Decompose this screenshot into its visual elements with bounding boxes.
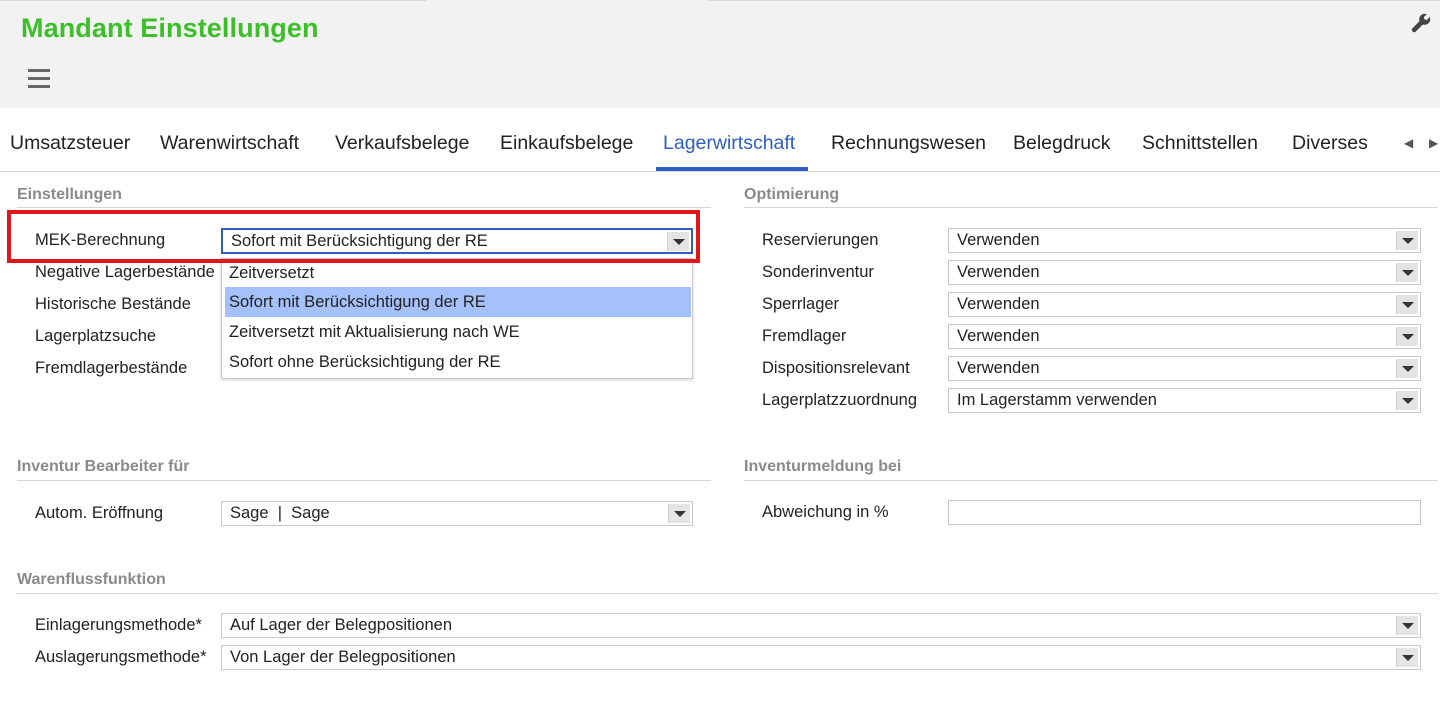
section-divider <box>17 480 711 481</box>
hamburger-icon[interactable] <box>28 69 50 89</box>
dispositionsrelevant-select[interactable]: Verwenden <box>948 356 1421 381</box>
chevron-down-icon[interactable] <box>1396 391 1418 410</box>
lagerplatzzuordnung-value: Im Lagerstamm verwenden <box>957 391 1157 409</box>
reservierungen-value: Verwenden <box>957 231 1040 249</box>
auslagerungsmethode-label: Auslagerungsmethode* <box>35 648 207 666</box>
header-divider <box>0 0 426 1</box>
chevron-down-icon[interactable] <box>1396 231 1418 250</box>
autom-eroeffnung-value: Sage | Sage <box>230 504 330 522</box>
chevron-down-icon[interactable] <box>1396 295 1418 314</box>
tab-diverses[interactable]: Diverses <box>1292 132 1368 155</box>
abweichung-label: Abweichung in % <box>762 503 889 521</box>
mek-berechnung-dropdown-list: Zeitversetzt Sofort mit Berücksichtigung… <box>221 258 693 379</box>
tab-rechnungswesen[interactable]: Rechnungswesen <box>831 132 986 155</box>
sperrlager-value: Verwenden <box>957 295 1040 313</box>
section-title-einstellungen: Einstellungen <box>17 186 122 203</box>
chevron-down-icon[interactable] <box>1396 263 1418 282</box>
section-divider <box>17 207 711 208</box>
autom-eroeffnung-select[interactable]: Sage | Sage <box>221 501 693 526</box>
chevron-down-icon[interactable] <box>1396 648 1418 667</box>
tab-verkaufsbelege[interactable]: Verkaufsbelege <box>335 132 469 155</box>
tab-scroll-right-icon[interactable]: ▶ <box>1429 136 1438 150</box>
dropdown-option[interactable]: Sofort ohne Berücksichtigung der RE <box>225 347 691 377</box>
fremdlager-label: Fremdlager <box>762 327 847 345</box>
sonderinventur-label: Sonderinventur <box>762 263 874 281</box>
auslagerungsmethode-value: Von Lager der Belegpositionen <box>230 648 456 666</box>
chevron-down-icon[interactable] <box>1396 327 1418 346</box>
sonderinventur-select[interactable]: Verwenden <box>948 260 1421 285</box>
autom-eroeffnung-label: Autom. Eröffnung <box>35 504 164 522</box>
dispositionsrelevant-value: Verwenden <box>957 359 1040 377</box>
einlagerungsmethode-select[interactable]: Auf Lager der Belegpositionen <box>221 613 1421 638</box>
tab-schnittstellen[interactable]: Schnittstellen <box>1142 132 1258 155</box>
fremdlager-select[interactable]: Verwenden <box>948 324 1421 349</box>
tab-bar: Umsatzsteuer Warenwirtschaft Verkaufsbel… <box>0 108 1440 172</box>
lagerplatzzuordnung-select[interactable]: Im Lagerstamm verwenden <box>948 388 1421 413</box>
section-title-optimierung: Optimierung <box>744 186 840 203</box>
highlight-frame <box>7 210 700 263</box>
section-title-inventurmeldung: Inventurmeldung bei <box>744 458 902 475</box>
fremdlagerbestaende-label: Fremdlagerbestände <box>35 359 188 377</box>
einlagerungsmethode-value: Auf Lager der Belegpositionen <box>230 616 452 634</box>
chevron-down-icon[interactable] <box>668 504 690 523</box>
einlagerungsmethode-label: Einlagerungsmethode* <box>35 616 202 634</box>
tab-lagerwirtschaft[interactable]: Lagerwirtschaft <box>663 132 795 155</box>
section-divider <box>744 480 1438 481</box>
dropdown-option-selected[interactable]: Sofort mit Berücksichtigung der RE <box>225 287 691 317</box>
lagerplatzsuche-label: Lagerplatzsuche <box>35 327 157 345</box>
negative-lagerbestaende-label: Negative Lagerbestände <box>35 263 215 281</box>
tab-warenwirtschaft[interactable]: Warenwirtschaft <box>160 132 299 155</box>
section-title-warenfluss: Warenflussfunktion <box>17 571 166 588</box>
header-bar: Mandant Einstellungen <box>0 0 1440 108</box>
lagerplatzzuordnung-label: Lagerplatzzuordnung <box>762 391 918 409</box>
active-tab-indicator <box>656 167 808 171</box>
wrench-icon[interactable] <box>1410 12 1432 34</box>
dispositionsrelevant-label: Dispositionsrelevant <box>762 359 910 377</box>
sperrlager-select[interactable]: Verwenden <box>948 292 1421 317</box>
reservierungen-select[interactable]: Verwenden <box>948 228 1421 253</box>
section-title-inventur-bearbeiter: Inventur Bearbeiter für <box>17 458 190 475</box>
historische-bestaende-label: Historische Bestände <box>35 295 191 313</box>
reservierungen-label: Reservierungen <box>762 231 879 249</box>
header-divider <box>708 0 1440 1</box>
sonderinventur-value: Verwenden <box>957 263 1040 281</box>
dropdown-option[interactable]: Zeitversetzt mit Aktualisierung nach WE <box>225 317 691 347</box>
page-title: Mandant Einstellungen <box>21 13 319 43</box>
tab-belegdruck[interactable]: Belegdruck <box>1013 132 1111 155</box>
tab-umsatzsteuer[interactable]: Umsatzsteuer <box>10 132 130 155</box>
auslagerungsmethode-select[interactable]: Von Lager der Belegpositionen <box>221 645 1421 670</box>
abweichung-input[interactable] <box>948 500 1421 525</box>
chevron-down-icon[interactable] <box>1396 616 1418 635</box>
section-divider <box>17 593 1438 594</box>
sperrlager-label: Sperrlager <box>762 295 840 313</box>
tab-scroll-left-icon[interactable]: ◀ <box>1404 136 1413 150</box>
section-divider <box>744 207 1438 208</box>
tab-einkaufsbelege[interactable]: Einkaufsbelege <box>500 132 633 155</box>
chevron-down-icon[interactable] <box>1396 359 1418 378</box>
fremdlager-value: Verwenden <box>957 327 1040 345</box>
